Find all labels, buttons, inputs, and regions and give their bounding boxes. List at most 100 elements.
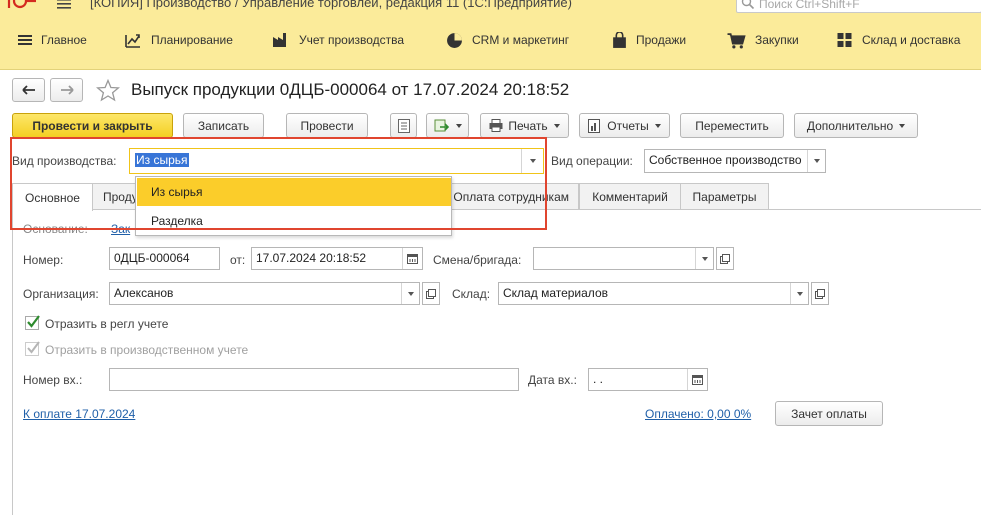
global-search-input[interactable]: Поиск Ctrl+Shift+F [736, 0, 981, 13]
section-label: Закупки [755, 33, 799, 47]
shift-select[interactable] [533, 247, 714, 270]
incoming-date-value: . . [593, 372, 604, 386]
print-label: Печать [508, 118, 548, 133]
calendar-button[interactable] [687, 369, 707, 390]
reports-button[interactable]: Отчеты [579, 113, 670, 138]
search-placeholder: Поиск Ctrl+Shift+F [759, 0, 860, 11]
tab-comment[interactable]: Комментарий [579, 183, 681, 210]
search-icon [741, 0, 755, 10]
operation-type-select[interactable]: Собственное производство [644, 149, 826, 173]
calendar-icon [692, 375, 703, 385]
factory-icon [273, 33, 286, 47]
calendar-icon [407, 254, 418, 264]
operation-type-value: Собственное производство [649, 153, 802, 167]
section-label: Продажи [636, 33, 687, 47]
pie-chart-icon [447, 32, 462, 48]
warehouse-value: Склад материалов [503, 286, 608, 300]
number-label: Номер: [23, 253, 64, 267]
warehouse-dropdown-button[interactable] [790, 283, 808, 304]
create-based-on-button[interactable] [426, 113, 469, 138]
incoming-date-label: Дата вх.: [528, 373, 577, 387]
shift-open-button[interactable] [716, 247, 734, 270]
warehouse-label: Склад: [452, 287, 491, 301]
save-button[interactable]: Записать [183, 113, 264, 138]
reg-accounting-checkbox[interactable] [25, 315, 40, 330]
operation-type-dropdown-button[interactable] [807, 150, 825, 172]
back-button[interactable] [12, 78, 45, 102]
organization-value: Алексанов [114, 286, 174, 300]
printer-icon [489, 119, 503, 132]
post-and-close-button[interactable]: Провести и закрыть [12, 113, 173, 138]
date-value: 17.07.2024 20:18:52 [256, 251, 367, 265]
paid-link[interactable]: Оплачено: 0,00 0% [645, 407, 751, 421]
bag-icon [613, 31, 626, 48]
document-list-button[interactable] [390, 113, 417, 138]
highlight-box [10, 137, 547, 230]
hamburger-icon [18, 35, 32, 45]
incoming-number-field[interactable] [109, 368, 519, 391]
open-icon [426, 288, 436, 299]
open-icon [815, 288, 825, 299]
section-planning[interactable]: Планирование [124, 28, 233, 52]
section-label: Учет производства [299, 33, 405, 47]
chevron-down-icon [813, 159, 820, 163]
organization-open-button[interactable] [422, 282, 440, 305]
move-button[interactable]: Переместить [680, 113, 784, 138]
shift-dropdown-button[interactable] [695, 248, 713, 269]
chevron-down-icon [701, 256, 708, 261]
arrow-left-icon [21, 85, 35, 95]
forward-button[interactable] [50, 78, 83, 102]
checkmark-icon [27, 341, 40, 354]
tab-panel-border [12, 210, 13, 515]
more-label: Дополнительно [806, 118, 894, 133]
operation-type-label: Вид операции: [551, 154, 633, 168]
incoming-date-field[interactable]: . . [588, 368, 708, 391]
organization-select[interactable]: Алексанов [109, 282, 420, 305]
section-sales[interactable]: Продажи [612, 28, 686, 52]
section-label: CRM и маркетинг [472, 33, 570, 47]
section-production[interactable]: Учет производства [272, 28, 404, 52]
favorite-star-icon[interactable] [96, 79, 120, 102]
number-field[interactable]: 0ДЦБ-000064 [109, 247, 220, 270]
chevron-down-icon [899, 123, 906, 128]
main-menu-icon[interactable] [57, 0, 71, 11]
date-from-label: от: [230, 253, 246, 267]
section-warehouse[interactable]: Склад и доставка [836, 28, 960, 52]
organization-label: Организация: [23, 287, 99, 301]
planning-icon [125, 34, 140, 48]
create-based-icon [434, 119, 449, 131]
prod-accounting-label: Отразить в производственном учете [45, 343, 249, 357]
more-actions-button[interactable]: Дополнительно [794, 113, 918, 138]
date-field[interactable]: 17.07.2024 20:18:52 [251, 247, 423, 270]
title-bar: [КОПИЯ] Производство / Управление торгов… [0, 0, 981, 16]
cart-icon [727, 32, 746, 48]
1c-logo-icon [7, 0, 36, 9]
warehouse-open-button[interactable] [811, 282, 829, 305]
organization-dropdown-button[interactable] [401, 283, 419, 304]
arrow-right-icon [60, 85, 74, 95]
post-button[interactable]: Провести [286, 113, 368, 138]
section-purchases[interactable]: Закупки [726, 28, 799, 52]
calendar-button[interactable] [402, 248, 422, 269]
warehouse-select[interactable]: Склад материалов [498, 282, 809, 305]
offset-payment-button[interactable]: Зачет оплаты [775, 401, 883, 426]
chevron-down-icon [553, 123, 560, 128]
shift-label: Смена/бригада: [433, 253, 522, 267]
checkmark-icon [27, 315, 40, 328]
open-icon [720, 253, 730, 264]
reg-accounting-label: Отразить в регл учете [45, 317, 169, 331]
section-crm[interactable]: CRM и маркетинг [446, 28, 569, 52]
payment-link[interactable]: К оплате 17.07.2024 [23, 407, 135, 421]
incoming-number-label: Номер вх.: [23, 373, 83, 387]
tab-parameters[interactable]: Параметры [680, 183, 769, 210]
chevron-down-icon [654, 123, 661, 128]
reports-label: Отчеты [607, 118, 649, 133]
print-button[interactable]: Печать [480, 113, 569, 138]
section-label: Планирование [151, 33, 233, 47]
section-label: Главное [41, 33, 87, 47]
warehouse-icon [837, 33, 852, 47]
section-main[interactable]: Главное [18, 28, 87, 52]
list-icon [397, 118, 410, 133]
chevron-down-icon [407, 291, 414, 296]
section-panel: Главное Планирование Учет производства C… [0, 16, 981, 70]
